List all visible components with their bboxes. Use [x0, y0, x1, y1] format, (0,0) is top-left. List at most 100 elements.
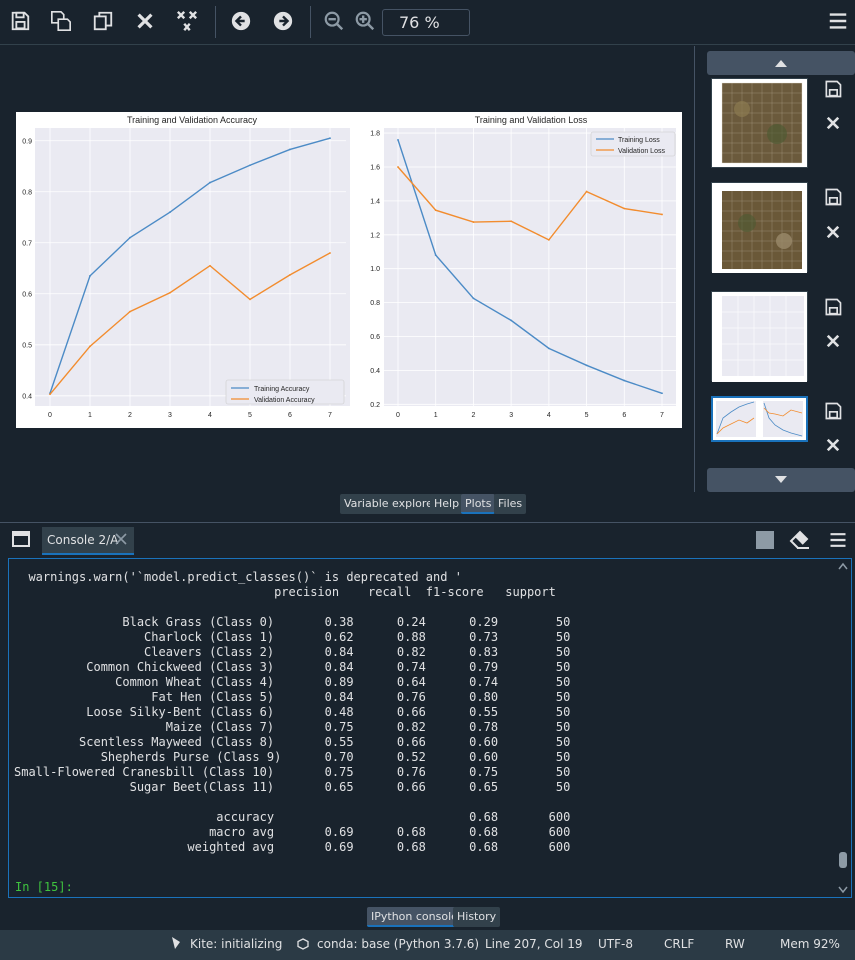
plot-area — [35, 128, 350, 406]
thumbnail-image — [712, 183, 807, 273]
x-tick-label: 1 — [88, 412, 92, 419]
toolbar-separator — [310, 6, 311, 38]
console-header: Console 2/A — [0, 522, 855, 556]
hamburger-menu-icon[interactable] — [828, 530, 848, 554]
data-point — [623, 379, 626, 382]
close-icon[interactable] — [822, 434, 844, 456]
close-icon[interactable] — [822, 112, 844, 134]
data-point — [397, 166, 399, 168]
data-point — [329, 137, 331, 140]
close-icon[interactable] — [822, 330, 844, 352]
plot-thumbnail[interactable] — [711, 78, 808, 168]
conda-icon — [297, 938, 309, 953]
tab-ipython-console[interactable]: IPython console — [367, 907, 462, 927]
console-line: Black Grass (Class 0) 0.38 0.24 0.29 50 — [14, 615, 571, 629]
thumbnail-scroll-down-button[interactable] — [707, 468, 855, 492]
console-line: weighted avg 0.69 0.68 0.68 600 — [14, 840, 571, 854]
console-line: Common Chickweed (Class 3) 0.84 0.74 0.7… — [14, 660, 571, 674]
console-line: accuracy 0.68 600 — [14, 810, 571, 824]
close-tab-icon[interactable] — [114, 529, 128, 555]
plot-area — [384, 128, 676, 406]
console-line: Maize (Class 7) 0.75 0.82 0.78 50 — [14, 720, 571, 734]
data-point — [249, 298, 251, 301]
data-point — [472, 221, 475, 223]
thumbnail-image — [713, 398, 806, 440]
data-point — [434, 254, 437, 257]
hamburger-menu-icon[interactable] — [824, 7, 852, 35]
tab-plots[interactable]: Plots — [461, 494, 496, 514]
plot-thumbnail[interactable] — [711, 291, 808, 382]
data-point — [329, 252, 331, 254]
cursor-position: Line 207, Col 19 — [485, 937, 583, 951]
copy-icon[interactable] — [89, 7, 117, 35]
data-point — [547, 347, 550, 350]
zoom-out-icon[interactable] — [320, 7, 348, 35]
console-output: warnings.warn('`model.predict_classes()`… — [14, 559, 571, 855]
console-line: Fat Hen (Class 5) 0.84 0.76 0.80 50 — [14, 690, 571, 704]
tab-history[interactable]: History — [453, 907, 501, 927]
y-tick-label: 1.6 — [370, 164, 380, 171]
save-icon[interactable] — [6, 7, 34, 35]
x-tick-label: 0 — [396, 412, 400, 419]
data-point — [289, 148, 291, 151]
data-point — [623, 207, 626, 210]
data-point — [585, 190, 588, 193]
data-point — [209, 181, 211, 184]
zoom-level-field[interactable]: 76 % — [382, 9, 470, 36]
plot-thumbnails-panel — [694, 46, 855, 492]
plots-toolbar: 76 % — [0, 0, 855, 45]
y-tick-label: 1.4 — [370, 198, 380, 205]
save-all-icon[interactable] — [47, 7, 75, 35]
tab-variable-explorer[interactable]: Variable explorer — [340, 494, 442, 514]
close-all-icon[interactable] — [173, 7, 201, 35]
legend: Training Loss Validation Loss — [590, 131, 676, 157]
forward-arrow-icon[interactable] — [269, 7, 297, 35]
console-tab[interactable]: Console 2/A — [42, 527, 134, 555]
data-point — [209, 264, 211, 267]
data-point — [169, 291, 171, 294]
console-line: Charlock (Class 1) 0.62 0.88 0.73 50 — [14, 630, 571, 644]
stop-icon[interactable] — [756, 531, 774, 549]
save-icon[interactable] — [822, 400, 844, 422]
save-icon[interactable] — [822, 78, 844, 100]
close-icon[interactable] — [822, 221, 844, 243]
zoom-in-icon[interactable] — [351, 7, 379, 35]
back-arrow-icon[interactable] — [227, 7, 255, 35]
status-bar: Kite: initializing conda: base (Python 3… — [0, 930, 855, 960]
window-icon[interactable] — [12, 530, 30, 552]
console-line: precision recall f1-score support — [14, 585, 556, 599]
ipython-console[interactable]: warnings.warn('`model.predict_classes()`… — [8, 558, 852, 898]
data-point — [89, 275, 91, 277]
data-point — [547, 238, 550, 241]
tab-files[interactable]: Files — [494, 494, 527, 514]
x-tick-label: 2 — [128, 412, 132, 419]
data-point — [661, 392, 663, 395]
save-icon[interactable] — [822, 296, 844, 318]
eraser-icon[interactable] — [789, 530, 811, 554]
x-tick-label: 4 — [208, 412, 212, 419]
thumbnail-scroll-up-button[interactable] — [707, 51, 855, 75]
y-tick-label: 0.4 — [370, 368, 380, 375]
x-tick-label: 3 — [168, 412, 172, 419]
console-scrollbar[interactable] — [837, 561, 849, 895]
x-tick-label: 7 — [328, 412, 332, 419]
x-tick-label: 3 — [509, 412, 513, 419]
data-point — [249, 164, 251, 167]
data-point — [129, 310, 131, 313]
data-point — [289, 274, 291, 276]
file-encoding: UTF-8 — [598, 937, 633, 951]
save-icon[interactable] — [822, 186, 844, 208]
console-prompt[interactable]: In [15]: — [15, 880, 73, 894]
data-point — [169, 211, 171, 214]
close-icon[interactable] — [131, 7, 159, 35]
data-point — [397, 138, 399, 141]
y-tick-label: 0.2 — [370, 402, 380, 409]
kite-status[interactable]: Kite: initializing — [190, 937, 282, 951]
plot-thumbnail[interactable] — [711, 182, 808, 273]
tab-help[interactable]: Help — [430, 494, 464, 514]
legend-label: Training Accuracy — [254, 386, 310, 393]
memory-usage: Mem 92% — [780, 937, 840, 951]
plot-thumbnail-selected[interactable] — [711, 396, 808, 442]
conda-env-status[interactable]: conda: base (Python 3.7.6) — [317, 937, 479, 951]
